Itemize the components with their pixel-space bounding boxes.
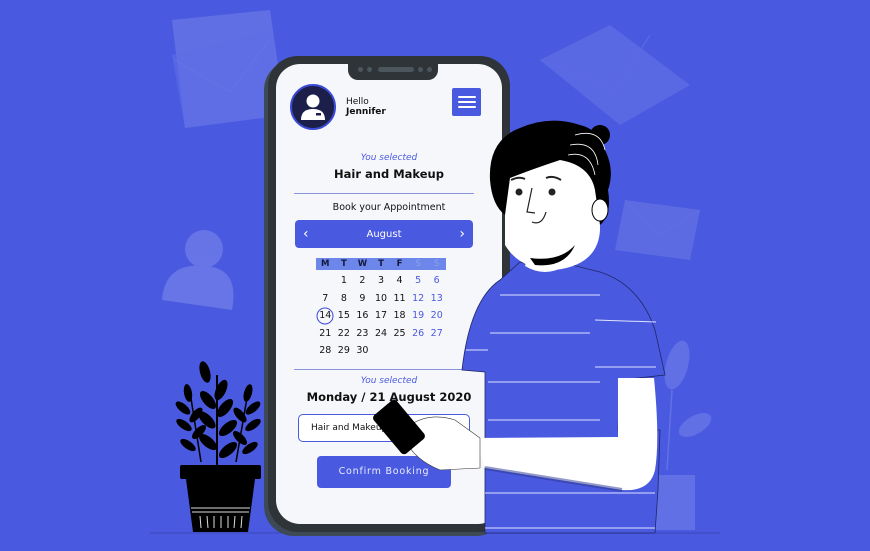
calendar-day[interactable]: 20 [427, 307, 446, 325]
calendar-day[interactable]: 4 [390, 272, 409, 290]
calendar-day[interactable]: 24 [372, 325, 391, 343]
envelope-icon [615, 199, 701, 260]
chevron-left-icon[interactable]: ‹ [303, 227, 309, 241]
calendar-day[interactable]: 29 [335, 342, 354, 360]
calendar-empty-cell [390, 342, 409, 360]
divider [294, 369, 474, 370]
calendar-day[interactable]: 27 [427, 325, 446, 343]
selected-date: Monday / 21 August 2020 [306, 390, 472, 404]
calendar-day[interactable]: 16 [353, 307, 372, 325]
weekday-label: W [357, 259, 368, 269]
calendar-day[interactable]: 18 [390, 307, 409, 325]
greeting: Hello Jennifer [346, 97, 386, 117]
weekday-label: M [321, 259, 330, 269]
divider [294, 193, 474, 194]
calendar-empty-cell [316, 272, 335, 290]
calendar: MTWTFSS 1 2 3 4 5 6 7 8 9 10 11 12 13 14 15 16 17 18 19 20 2… [316, 258, 446, 360]
weekday-label: T [340, 259, 347, 269]
chevron-right-icon[interactable]: › [459, 227, 465, 241]
month-selector: ‹ August › [295, 220, 473, 248]
potted-plant-icon [175, 361, 261, 532]
calendar-empty-cell [427, 342, 446, 360]
calendar-day[interactable]: 25 [390, 325, 409, 343]
date-selected-label: You selected [360, 376, 418, 386]
calendar-day[interactable]: 21 [316, 325, 335, 343]
user-name: Jennifer [346, 107, 386, 117]
plant-silhouette-icon [650, 340, 712, 530]
month-label: August [366, 228, 402, 240]
calendar-empty-cell [409, 342, 428, 360]
hamburger-menu-icon[interactable] [452, 88, 481, 116]
weekday-label: S [434, 259, 440, 269]
calendar-day[interactable]: 22 [335, 325, 354, 343]
calendar-day[interactable]: 3 [372, 272, 391, 290]
calendar-day[interactable]: 19 [409, 307, 428, 325]
phone-mockup: Hello Jennifer You selected Hair and Mak… [268, 56, 510, 532]
weekday-label: S [415, 259, 421, 269]
envelope-icon [539, 25, 690, 125]
service-selected-label: You selected [360, 153, 418, 163]
person-silhouette-icon [162, 230, 234, 310]
calendar-day[interactable]: 2 [353, 272, 372, 290]
phone-notch [348, 64, 438, 80]
calendar-day[interactable]: 7 [316, 290, 335, 308]
phone-screen: Hello Jennifer You selected Hair and Mak… [276, 64, 502, 524]
calendar-day[interactable]: 9 [353, 290, 372, 308]
calendar-day[interactable]: 28 [316, 342, 335, 360]
weekday-label: F [396, 259, 403, 269]
calendar-day[interactable]: 6 [427, 272, 446, 290]
calendar-day[interactable]: 13 [427, 290, 446, 308]
book-appointment-title: Book your Appointment [332, 202, 446, 213]
calendar-day[interactable]: 23 [353, 325, 372, 343]
calendar-day[interactable]: 11 [390, 290, 409, 308]
calendar-day[interactable]: 30 [353, 342, 372, 360]
calendar-empty-cell [372, 342, 391, 360]
calendar-day[interactable]: 8 [335, 290, 354, 308]
calendar-day[interactable]: 17 [372, 307, 391, 325]
service-field[interactable]: Hair and Makeup [298, 414, 470, 442]
selected-service-name: Hair and Makeup [334, 167, 444, 181]
weekday-header: MTWTFSS [316, 258, 446, 270]
calendar-day[interactable]: 10 [372, 290, 391, 308]
greeting-text: Hello [346, 97, 369, 107]
calendar-day[interactable]: 14 [316, 307, 335, 325]
confirm-booking-button[interactable]: Confirm Booking [317, 456, 451, 488]
calendar-days: 1 2 3 4 5 6 7 8 9 10 11 12 13 14 15 16 17 18 19 20 21 22 23 24 2… [316, 272, 446, 360]
calendar-day[interactable]: 12 [409, 290, 428, 308]
calendar-day[interactable]: 26 [409, 325, 428, 343]
weekday-label: T [378, 259, 384, 269]
calendar-day[interactable]: 15 [335, 307, 354, 325]
calendar-day[interactable]: 1 [335, 272, 354, 290]
calendar-day[interactable]: 5 [409, 272, 428, 290]
user-avatar-icon[interactable] [290, 84, 336, 130]
